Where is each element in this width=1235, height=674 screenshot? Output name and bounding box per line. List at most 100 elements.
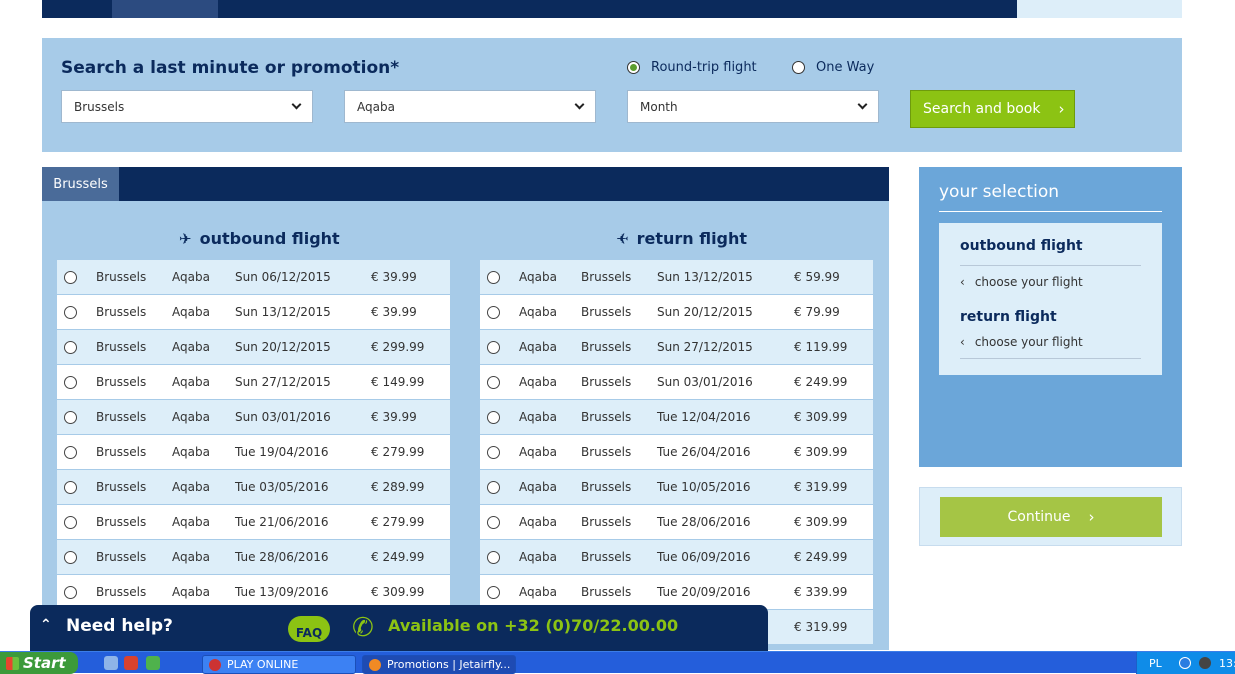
flight-radio[interactable] <box>64 480 77 494</box>
search-and-book-button[interactable]: Search and book › <box>910 90 1075 128</box>
flight-row[interactable]: Brussels Aqaba Tue 21/06/2016 € 279.99 <box>57 505 450 540</box>
destination-select[interactable]: Aqaba <box>344 90 596 123</box>
tab-brussels[interactable]: Brussels <box>42 167 119 201</box>
chevron-down-icon <box>574 99 585 110</box>
round-trip-option[interactable]: Round-trip flight <box>627 60 757 75</box>
flight-row[interactable]: Brussels Aqaba Sun 27/12/2015 € 149.99 <box>57 365 450 400</box>
flight-date: Tue 20/09/2016 <box>657 585 751 599</box>
flight-date: Sun 13/12/2015 <box>235 305 331 319</box>
round-trip-radio[interactable] <box>627 61 640 74</box>
flight-price: € 79.99 <box>794 305 840 319</box>
flight-destination: Brussels <box>581 550 632 564</box>
flight-date: Sun 27/12/2015 <box>657 340 753 354</box>
start-button[interactable]: Start <box>0 652 78 674</box>
flight-radio[interactable] <box>64 410 77 424</box>
flight-origin: Aqaba <box>519 515 557 529</box>
flight-row[interactable]: Aqaba Brussels Sun 03/01/2016 € 249.99 <box>480 365 873 400</box>
flight-origin: Aqaba <box>519 270 557 284</box>
flight-origin: Aqaba <box>519 445 557 459</box>
flight-row[interactable]: Aqaba Brussels Tue 26/04/2016 € 309.99 <box>480 435 873 470</box>
flight-row[interactable]: Brussels Aqaba Tue 28/06/2016 € 249.99 <box>57 540 450 575</box>
search-button-label: Search and book <box>923 101 1041 117</box>
flight-radio[interactable] <box>487 305 500 319</box>
flight-radio[interactable] <box>487 445 500 459</box>
flight-date: Tue 28/06/2016 <box>657 515 751 529</box>
panel-header: Brussels <box>42 167 889 201</box>
flight-row[interactable]: Brussels Aqaba Tue 19/04/2016 € 279.99 <box>57 435 450 470</box>
choose-return-label: choose your flight <box>974 335 1083 349</box>
language-indicator[interactable]: PL <box>1149 657 1162 670</box>
search-panel: Search a last minute or promotion* Round… <box>42 38 1182 152</box>
flight-origin: Aqaba <box>519 550 557 564</box>
flight-origin: Brussels <box>96 305 147 319</box>
taskbar-item-play-online[interactable]: PLAY ONLINE <box>202 655 356 674</box>
flight-row[interactable]: Aqaba Brussels Tue 28/06/2016 € 309.99 <box>480 505 873 540</box>
need-help-bar[interactable]: ⌃ Need help? FAQ ✆ Available on +32 (0)7… <box>30 605 768 651</box>
flight-row[interactable]: Aqaba Brussels Tue 12/04/2016 € 309.99 <box>480 400 873 435</box>
flight-price: € 39.99 <box>371 270 417 284</box>
flight-origin: Aqaba <box>519 410 557 424</box>
flight-radio[interactable] <box>64 270 77 284</box>
flight-radio[interactable] <box>487 480 500 494</box>
browser-icon[interactable] <box>146 656 160 670</box>
selection-outbound-title: outbound flight <box>960 238 1083 254</box>
departure-select[interactable]: Brussels <box>61 90 313 123</box>
flight-date: Tue 10/05/2016 <box>657 480 751 494</box>
chevron-left-icon: ‹ <box>960 335 965 349</box>
flight-radio[interactable] <box>487 550 500 564</box>
flight-radio[interactable] <box>487 340 500 354</box>
divider <box>960 358 1141 359</box>
flight-radio[interactable] <box>487 410 500 424</box>
flight-radio[interactable] <box>64 550 77 564</box>
flight-row[interactable]: Brussels Aqaba Sun 06/12/2015 € 39.99 <box>57 260 450 295</box>
flight-price: € 309.99 <box>794 515 848 529</box>
flight-row[interactable]: Aqaba Brussels Tue 06/09/2016 € 249.99 <box>480 540 873 575</box>
flight-price: € 319.99 <box>794 480 848 494</box>
flight-row[interactable]: Aqaba Brussels Sun 27/12/2015 € 119.99 <box>480 330 873 365</box>
flight-radio[interactable] <box>64 375 77 389</box>
month-select[interactable]: Month <box>627 90 879 123</box>
flight-row[interactable]: Aqaba Brussels Sun 13/12/2015 € 59.99 <box>480 260 873 295</box>
flight-date: Sun 03/01/2016 <box>657 375 753 389</box>
continue-button[interactable]: Continue › <box>940 497 1162 537</box>
top-nav-active-segment[interactable] <box>112 0 218 18</box>
flight-origin: Aqaba <box>519 305 557 319</box>
flight-radio[interactable] <box>64 445 77 459</box>
flight-date: Sun 20/12/2015 <box>235 340 331 354</box>
flight-date: Tue 13/09/2016 <box>235 585 329 599</box>
flight-row[interactable]: Aqaba Brussels Tue 10/05/2016 € 319.99 <box>480 470 873 505</box>
taskbar-item-promotions[interactable]: Promotions | Jetairfly... <box>362 655 516 674</box>
one-way-radio[interactable] <box>792 61 805 74</box>
one-way-option[interactable]: One Way <box>792 60 874 75</box>
show-desktop-icon[interactable] <box>104 656 118 670</box>
flight-row[interactable]: Brussels Aqaba Sun 20/12/2015 € 299.99 <box>57 330 450 365</box>
flight-radio[interactable] <box>64 305 77 319</box>
tray-arrow-icon[interactable] <box>1179 657 1191 669</box>
flight-destination: Aqaba <box>172 585 210 599</box>
chevron-up-icon[interactable]: ⌃ <box>40 617 52 633</box>
tray-app-icon[interactable] <box>1199 657 1211 669</box>
flight-origin: Aqaba <box>519 340 557 354</box>
flight-row[interactable]: Brussels Aqaba Tue 03/05/2016 € 289.99 <box>57 470 450 505</box>
flight-radio[interactable] <box>487 270 500 284</box>
opera-icon[interactable] <box>124 656 138 670</box>
flight-row[interactable]: Aqaba Brussels Sun 20/12/2015 € 79.99 <box>480 295 873 330</box>
flight-radio[interactable] <box>64 515 77 529</box>
flight-radio[interactable] <box>64 585 77 599</box>
flight-price: € 309.99 <box>371 585 425 599</box>
flight-row[interactable]: Brussels Aqaba Sun 13/12/2015 € 39.99 <box>57 295 450 330</box>
selection-details: outbound flight ‹ choose your flight ret… <box>939 223 1162 375</box>
chevron-right-icon: › <box>1058 100 1065 118</box>
choose-outbound-link[interactable]: ‹ choose your flight <box>960 275 1083 289</box>
flight-radio[interactable] <box>487 375 500 389</box>
flight-row[interactable]: Brussels Aqaba Sun 03/01/2016 € 39.99 <box>57 400 450 435</box>
flight-destination: Brussels <box>581 270 632 284</box>
outbound-flight-list: Brussels Aqaba Sun 06/12/2015 € 39.99 Brusse… <box>57 260 450 610</box>
flight-price: € 309.99 <box>794 445 848 459</box>
choose-return-link[interactable]: ‹ choose your flight <box>960 335 1083 349</box>
faq-cloud-icon[interactable]: FAQ <box>288 616 330 642</box>
flight-radio[interactable] <box>64 340 77 354</box>
flight-radio[interactable] <box>487 585 500 599</box>
flight-destination: Aqaba <box>172 515 210 529</box>
flight-radio[interactable] <box>487 515 500 529</box>
